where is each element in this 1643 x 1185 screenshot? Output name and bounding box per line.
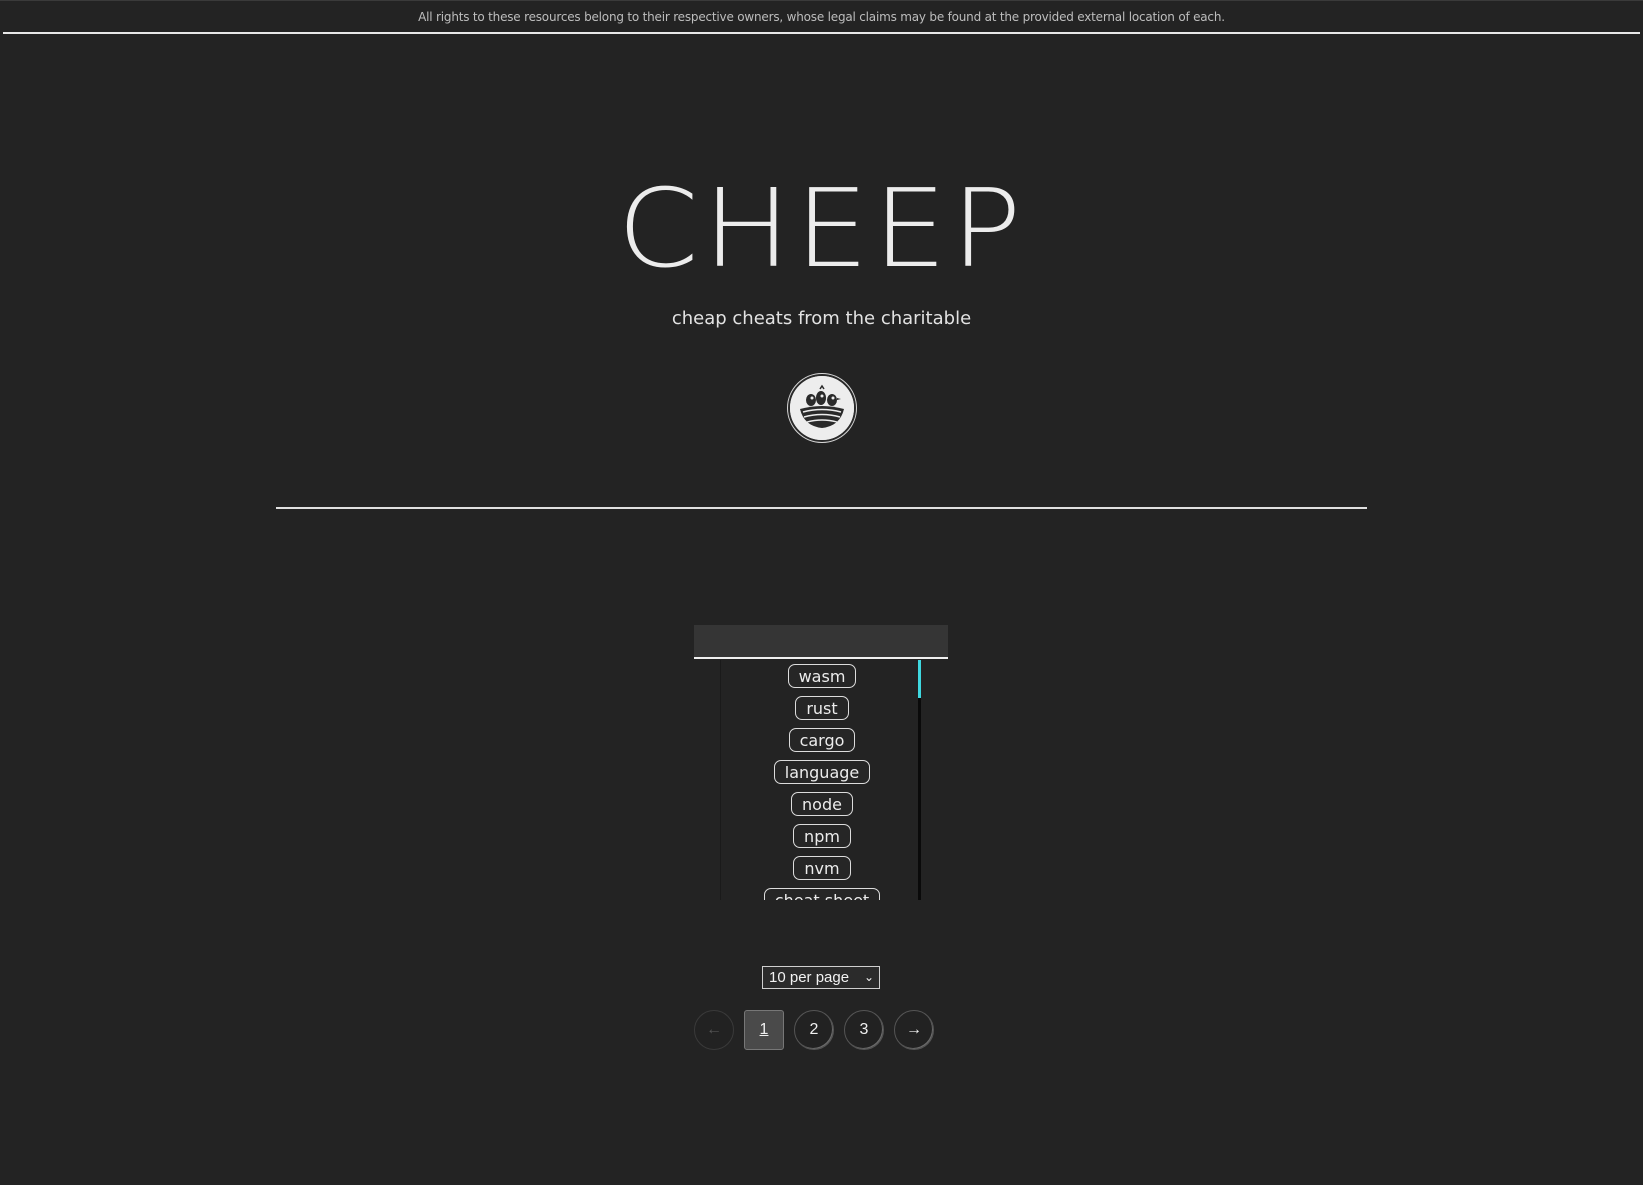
list-item: nvm <box>721 852 923 884</box>
tag-list[interactable]: wasm rust cargo language node npm nvm ch… <box>720 660 923 900</box>
rights-notice: All rights to these resources belong to … <box>0 0 1643 34</box>
list-item: wasm <box>721 660 923 692</box>
tag-cargo[interactable]: cargo <box>788 728 856 752</box>
site-title: CHEEP <box>617 167 1026 292</box>
tag-npm[interactable]: npm <box>793 824 851 848</box>
next-page-button[interactable]: → <box>894 1010 934 1050</box>
tag-wasm[interactable]: wasm <box>787 664 857 688</box>
list-item: node <box>721 788 923 820</box>
list-item: npm <box>721 820 923 852</box>
bird-nest-logo-icon[interactable] <box>788 374 856 442</box>
list-item: language <box>721 756 923 788</box>
prev-page-button[interactable]: ← <box>694 1010 734 1050</box>
search-input[interactable] <box>694 625 948 657</box>
per-page-label: 10 per page <box>769 969 850 986</box>
search-box[interactable] <box>694 625 948 659</box>
section-divider <box>276 507 1367 509</box>
page-button-3[interactable]: 3 <box>844 1010 884 1050</box>
site-tagline: cheap cheats from the charitable <box>671 308 972 329</box>
top-divider <box>3 32 1640 34</box>
page-button-2[interactable]: 2 <box>794 1010 834 1050</box>
list-item: cargo <box>721 724 923 756</box>
page-button-1[interactable]: 1 <box>744 1010 784 1050</box>
scrollbar-thumb[interactable] <box>918 660 921 698</box>
list-item: cheat sheet <box>721 884 923 900</box>
chevron-down-icon: ⌄ <box>863 970 874 984</box>
list-item: rust <box>721 692 923 724</box>
tag-nvm[interactable]: nvm <box>793 856 851 880</box>
per-page-select[interactable]: 10 per page ⌄ <box>762 966 880 989</box>
tag-language[interactable]: language <box>773 760 871 784</box>
tag-cheat-sheet[interactable]: cheat sheet <box>763 888 881 900</box>
tag-node[interactable]: node <box>791 792 853 816</box>
arrow-left-icon: ← <box>706 1021 722 1038</box>
tag-list-scrollbar[interactable] <box>918 660 921 900</box>
pagination: ← 1 2 3 → <box>694 1010 934 1052</box>
arrow-right-icon: → <box>906 1021 922 1038</box>
tag-rust[interactable]: rust <box>795 696 849 720</box>
